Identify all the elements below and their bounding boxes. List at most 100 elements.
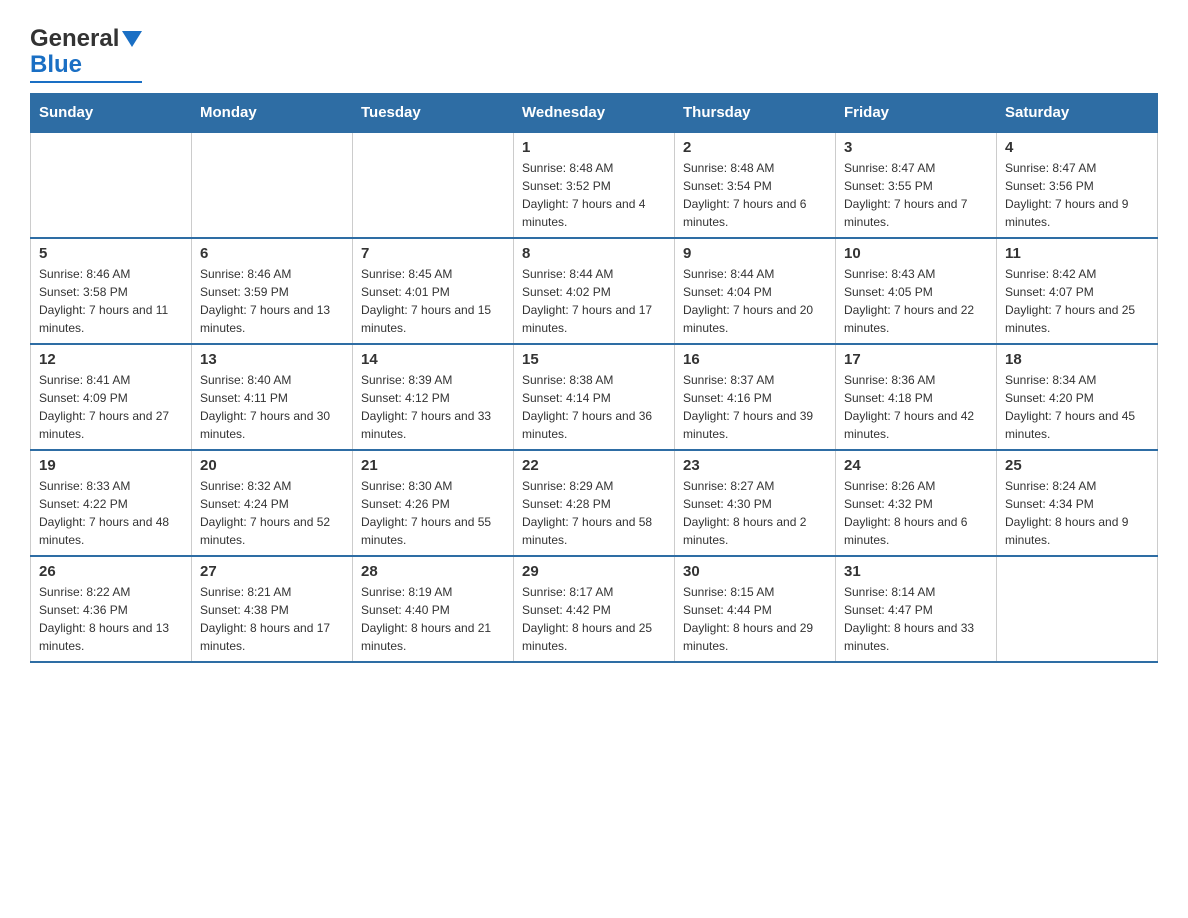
day-number: 25 <box>1005 457 1149 474</box>
day-info: Sunrise: 8:43 AM Sunset: 4:05 PM Dayligh… <box>844 265 988 337</box>
calendar-cell: 1Sunrise: 8:48 AM Sunset: 3:52 PM Daylig… <box>514 132 675 238</box>
calendar-cell: 20 Sunrise: 8:32 AM Sunset: 4:24 PM Dayli… <box>192 450 353 556</box>
day-info: Sunrise: 8:46 AM Sunset: 3:59 PM Dayligh… <box>200 265 344 337</box>
logo-general-part: General <box>30 25 119 53</box>
day-number: 31 <box>844 563 988 580</box>
day-info: Sunrise: 8:41 AM Sunset: 4:09 PM Dayligh… <box>39 371 183 443</box>
day-info: Sunrise: 8:27 AM Sunset: 4:30 PM Dayligh… <box>683 477 827 549</box>
calendar-cell: 30 Sunrise: 8:15 AM Sunset: 4:44 PM Dayli… <box>675 556 836 662</box>
calendar-cell: 9 Sunrise: 8:44 AM Sunset: 4:04 PM Daylig… <box>675 238 836 344</box>
day-info: Sunrise: 8:34 AM Sunset: 4:20 PM Dayligh… <box>1005 371 1149 443</box>
day-number: 2 <box>683 139 827 156</box>
day-info: Sunrise: 8:44 AM Sunset: 4:04 PM Dayligh… <box>683 265 827 337</box>
day-number: 23 <box>683 457 827 474</box>
day-info: Sunrise: 8:15 AM Sunset: 4:44 PM Dayligh… <box>683 583 827 655</box>
calendar-cell: 24Sunrise: 8:26 AM Sunset: 4:32 PM Dayli… <box>836 450 997 556</box>
day-info: Sunrise: 8:33 AM Sunset: 4:22 PM Dayligh… <box>39 477 183 549</box>
calendar-cell: 28 Sunrise: 8:19 AM Sunset: 4:40 PM Dayli… <box>353 556 514 662</box>
calendar-cell: 5Sunrise: 8:46 AM Sunset: 3:58 PM Daylig… <box>31 238 192 344</box>
logo-underline <box>30 81 142 83</box>
day-info: Sunrise: 8:39 AM Sunset: 4:12 PM Dayligh… <box>361 371 505 443</box>
day-info: Sunrise: 8:24 AM Sunset: 4:34 PM Dayligh… <box>1005 477 1149 549</box>
calendar-cell: 26 Sunrise: 8:22 AM Sunset: 4:36 PM Dayli… <box>31 556 192 662</box>
day-info: Sunrise: 8:22 AM Sunset: 4:36 PM Dayligh… <box>39 583 183 655</box>
day-number: 11 <box>1005 245 1149 262</box>
day-info: Sunrise: 8:38 AM Sunset: 4:14 PM Dayligh… <box>522 371 666 443</box>
calendar-cell: 29 Sunrise: 8:17 AM Sunset: 4:42 PM Dayli… <box>514 556 675 662</box>
logo-row2: Blue <box>30 51 82 79</box>
calendar-cell: 16 Sunrise: 8:37 AM Sunset: 4:16 PM Dayli… <box>675 344 836 450</box>
day-number: 9 <box>683 245 827 262</box>
day-number: 26 <box>39 563 183 580</box>
calendar-cell: 8Sunrise: 8:44 AM Sunset: 4:02 PM Daylig… <box>514 238 675 344</box>
calendar-cell: 12Sunrise: 8:41 AM Sunset: 4:09 PM Dayli… <box>31 344 192 450</box>
calendar-week-row: 5Sunrise: 8:46 AM Sunset: 3:58 PM Daylig… <box>31 238 1158 344</box>
calendar-cell: 21Sunrise: 8:30 AM Sunset: 4:26 PM Dayli… <box>353 450 514 556</box>
day-number: 1 <box>522 139 666 156</box>
day-number: 14 <box>361 351 505 368</box>
calendar-table: SundayMondayTuesdayWednesdayThursdayFrid… <box>30 93 1158 663</box>
calendar-cell: 25 Sunrise: 8:24 AM Sunset: 4:34 PM Dayli… <box>997 450 1158 556</box>
day-number: 22 <box>522 457 666 474</box>
calendar-cell: 31 Sunrise: 8:14 AM Sunset: 4:47 PM Dayli… <box>836 556 997 662</box>
day-info: Sunrise: 8:14 AM Sunset: 4:47 PM Dayligh… <box>844 583 988 655</box>
day-info: Sunrise: 8:48 AM Sunset: 3:54 PM Dayligh… <box>683 159 827 231</box>
day-info: Sunrise: 8:36 AM Sunset: 4:18 PM Dayligh… <box>844 371 988 443</box>
day-number: 28 <box>361 563 505 580</box>
calendar-cell: 27 Sunrise: 8:21 AM Sunset: 4:38 PM Dayli… <box>192 556 353 662</box>
day-info: Sunrise: 8:37 AM Sunset: 4:16 PM Dayligh… <box>683 371 827 443</box>
day-info: Sunrise: 8:47 AM Sunset: 3:55 PM Dayligh… <box>844 159 988 231</box>
day-number: 29 <box>522 563 666 580</box>
calendar-cell: 7 Sunrise: 8:45 AM Sunset: 4:01 PM Daylig… <box>353 238 514 344</box>
calendar-cell: 13 Sunrise: 8:40 AM Sunset: 4:11 PM Dayli… <box>192 344 353 450</box>
day-info: Sunrise: 8:29 AM Sunset: 4:28 PM Dayligh… <box>522 477 666 549</box>
day-number: 4 <box>1005 139 1149 156</box>
day-number: 27 <box>200 563 344 580</box>
day-info: Sunrise: 8:42 AM Sunset: 4:07 PM Dayligh… <box>1005 265 1149 337</box>
day-info: Sunrise: 8:21 AM Sunset: 4:38 PM Dayligh… <box>200 583 344 655</box>
calendar-cell: 22 Sunrise: 8:29 AM Sunset: 4:28 PM Dayli… <box>514 450 675 556</box>
calendar-cell: 18Sunrise: 8:34 AM Sunset: 4:20 PM Dayli… <box>997 344 1158 450</box>
calendar-week-row: 19 Sunrise: 8:33 AM Sunset: 4:22 PM Dayli… <box>31 450 1158 556</box>
day-info: Sunrise: 8:32 AM Sunset: 4:24 PM Dayligh… <box>200 477 344 549</box>
weekday-header-tuesday: Tuesday <box>353 94 514 133</box>
day-number: 19 <box>39 457 183 474</box>
day-number: 15 <box>522 351 666 368</box>
calendar-cell <box>31 132 192 238</box>
calendar-cell: 14 Sunrise: 8:39 AM Sunset: 4:12 PM Dayli… <box>353 344 514 450</box>
logo-blue-part: Blue <box>30 51 82 79</box>
day-number: 20 <box>200 457 344 474</box>
weekday-header-monday: Monday <box>192 94 353 133</box>
day-info: Sunrise: 8:19 AM Sunset: 4:40 PM Dayligh… <box>361 583 505 655</box>
day-number: 8 <box>522 245 666 262</box>
day-info: Sunrise: 8:45 AM Sunset: 4:01 PM Dayligh… <box>361 265 505 337</box>
day-number: 30 <box>683 563 827 580</box>
calendar-cell <box>192 132 353 238</box>
page-header: General Blue <box>30 20 1158 83</box>
weekday-header-saturday: Saturday <box>997 94 1158 133</box>
calendar-week-row: 26 Sunrise: 8:22 AM Sunset: 4:36 PM Dayli… <box>31 556 1158 662</box>
calendar-cell: 2 Sunrise: 8:48 AM Sunset: 3:54 PM Daylig… <box>675 132 836 238</box>
day-number: 16 <box>683 351 827 368</box>
logo-row1: General <box>30 25 142 53</box>
day-number: 13 <box>200 351 344 368</box>
calendar-cell <box>353 132 514 238</box>
day-number: 3 <box>844 139 988 156</box>
calendar-cell: 23 Sunrise: 8:27 AM Sunset: 4:30 PM Dayli… <box>675 450 836 556</box>
weekday-header-wednesday: Wednesday <box>514 94 675 133</box>
day-number: 6 <box>200 245 344 262</box>
day-info: Sunrise: 8:46 AM Sunset: 3:58 PM Dayligh… <box>39 265 183 337</box>
day-info: Sunrise: 8:26 AM Sunset: 4:32 PM Dayligh… <box>844 477 988 549</box>
day-info: Sunrise: 8:40 AM Sunset: 4:11 PM Dayligh… <box>200 371 344 443</box>
weekday-header-thursday: Thursday <box>675 94 836 133</box>
calendar-week-row: 1Sunrise: 8:48 AM Sunset: 3:52 PM Daylig… <box>31 132 1158 238</box>
day-number: 17 <box>844 351 988 368</box>
calendar-cell: 17 Sunrise: 8:36 AM Sunset: 4:18 PM Dayli… <box>836 344 997 450</box>
day-info: Sunrise: 8:17 AM Sunset: 4:42 PM Dayligh… <box>522 583 666 655</box>
calendar-cell: 11 Sunrise: 8:42 AM Sunset: 4:07 PM Dayli… <box>997 238 1158 344</box>
calendar-cell: 15 Sunrise: 8:38 AM Sunset: 4:14 PM Dayli… <box>514 344 675 450</box>
calendar-week-row: 12Sunrise: 8:41 AM Sunset: 4:09 PM Dayli… <box>31 344 1158 450</box>
calendar-cell: 3 Sunrise: 8:47 AM Sunset: 3:55 PM Daylig… <box>836 132 997 238</box>
calendar-cell: 4Sunrise: 8:47 AM Sunset: 3:56 PM Daylig… <box>997 132 1158 238</box>
day-number: 7 <box>361 245 505 262</box>
